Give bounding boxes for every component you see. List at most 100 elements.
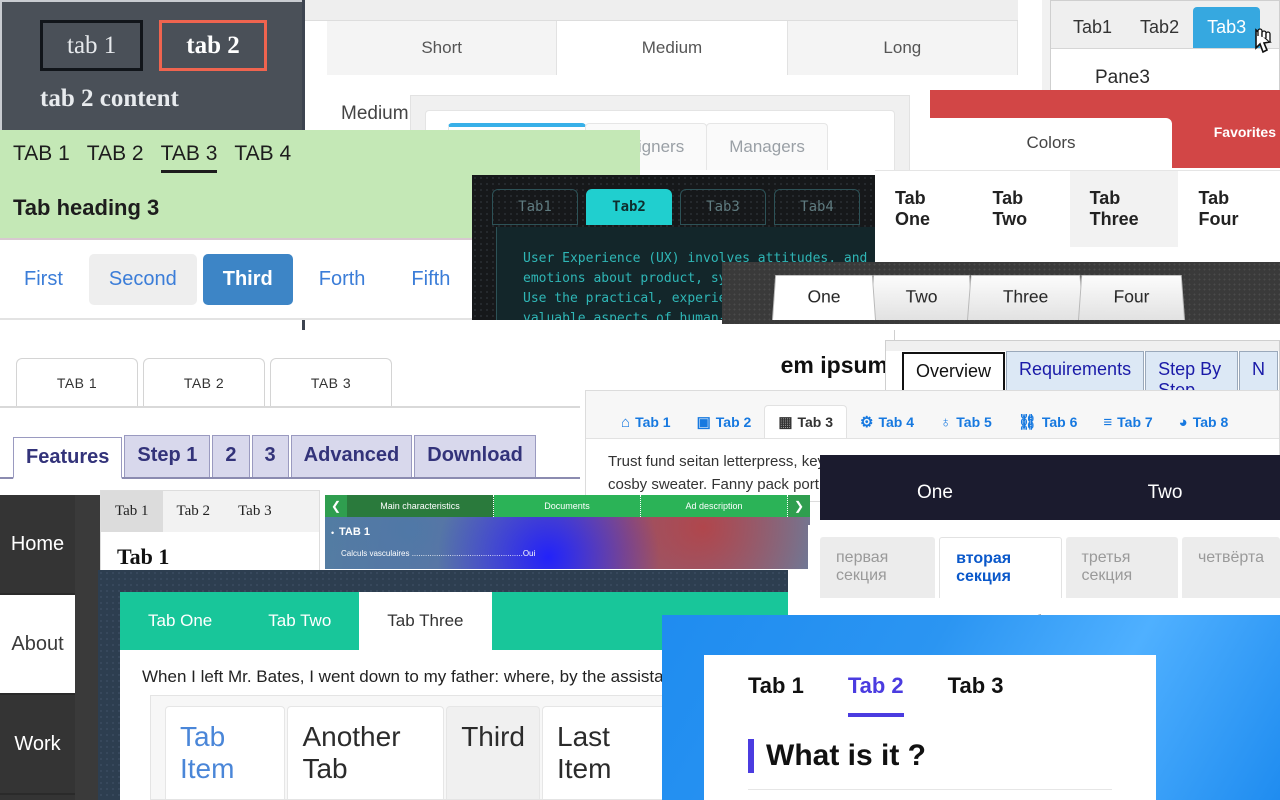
tablist: ❮ Main characteristics Documents Ad desc… (325, 495, 810, 517)
tab-fifth[interactable]: Fifth (391, 254, 470, 305)
tab-short[interactable]: Short (327, 21, 558, 75)
sidebar-item-home[interactable]: Home (0, 495, 75, 595)
tab-pervaya-sekciya[interactable]: первая секция (820, 537, 936, 598)
tab-tab-three[interactable]: Tab Three (1069, 171, 1179, 247)
tab-tab-1[interactable]: Tab 1 (748, 673, 804, 717)
tab-four[interactable]: Four (1078, 274, 1186, 320)
rounded-tabs-panel: TAB 1 TAB 2 TAB 3 (0, 348, 580, 408)
tab-tab-8[interactable]: ◕ Tab 8 (1166, 406, 1242, 438)
tab-tab-two[interactable]: Tab Two (972, 171, 1069, 247)
tab-features[interactable]: Features (13, 437, 123, 479)
tab-tab2[interactable]: Tab2 (1126, 7, 1193, 48)
tab-download[interactable]: Download (414, 435, 536, 477)
pie-chart-icon: ◕ (1178, 413, 1188, 431)
tab-tab-1[interactable]: ⌂ Tab 1 (608, 406, 684, 438)
tab-second[interactable]: Second (88, 254, 197, 305)
home-icon: ⌂ (621, 413, 631, 431)
tab-tab-3[interactable]: Tab 3 (224, 491, 286, 532)
tab-first[interactable]: First (4, 254, 83, 305)
tab-tab-2[interactable]: ▣ Tab 2 (684, 406, 765, 438)
ipsum-text: em ipsum (780, 352, 888, 378)
tab-one[interactable]: One (820, 455, 1050, 504)
tab-label: Tab 4 (878, 414, 915, 430)
tab-tab-1[interactable]: Tab 1 (101, 491, 163, 532)
features-tabs-panel: Features Step 1 2 3 Advanced Download (0, 425, 580, 487)
tab-panel-heading: What is it ? (704, 717, 1156, 773)
calendar-icon: ▦ (778, 413, 793, 431)
tab-medium[interactable]: Medium (557, 21, 788, 75)
tab-tab-3[interactable]: Tab 3 (948, 673, 1004, 717)
tab-tab-2[interactable]: tab 2 (159, 20, 267, 71)
tab-tab2[interactable]: Tab2 (586, 189, 672, 225)
tab-tab4[interactable]: Tab4 (774, 189, 860, 225)
bullet-icon: • (331, 528, 335, 538)
tab-step-3[interactable]: 3 (251, 435, 289, 477)
tab-third[interactable]: Third (202, 254, 293, 305)
tab-tab-2[interactable]: TAB 2 (87, 142, 144, 173)
globe-icon: ♁ (940, 413, 952, 431)
tab-tab-5[interactable]: ♁ Tab 5 (927, 406, 1005, 438)
tab-tab-2[interactable]: Tab 2 (847, 673, 904, 717)
tab-main-characteristics[interactable]: Main characteristics (347, 495, 494, 517)
tab-tab-3[interactable]: TAB 3 (270, 358, 392, 406)
tab-third[interactable]: Third (446, 706, 540, 799)
tablist: Short Medium Long (327, 21, 1018, 75)
tab-step-1[interactable]: Step 1 (124, 435, 211, 477)
pill-tabs-panel: First Second Third Forth Fifth Sixth (0, 240, 480, 320)
sidebar-item-about[interactable]: About (0, 595, 75, 695)
tab-panel-heading: Tab 1 (117, 544, 170, 569)
chevron-right-icon[interactable]: ❯ (788, 495, 810, 517)
tab-long[interactable]: Long (787, 21, 1018, 75)
tab-tab-one[interactable]: Tab One (875, 171, 972, 247)
tab-three[interactable]: Three (967, 274, 1085, 320)
tab-tab-6[interactable]: ⛓ Tab 6 (1005, 406, 1091, 438)
tab-advanced[interactable]: Advanced (290, 435, 413, 477)
tab-two[interactable]: Two (1050, 455, 1280, 504)
tab-ad-description[interactable]: Ad description (641, 495, 788, 517)
blue-gradient-tabs-panel: Tab 1 Tab 2 Tab 3 What is it ? (662, 615, 1280, 800)
tab-tab-1[interactable]: TAB 1 (16, 358, 138, 406)
tab-tab3[interactable]: Tab3 (680, 189, 766, 225)
tab-tab-1[interactable]: TAB 1 (13, 142, 70, 173)
tab-vtoraya-sekciya[interactable]: вторая секция (939, 537, 1062, 598)
image-icon: ▣ (696, 413, 711, 431)
tab-another-tab[interactable]: Another Tab (287, 706, 445, 799)
tab-tab-3[interactable]: TAB 3 (160, 142, 218, 173)
tab-tab-2[interactable]: TAB 2 (143, 358, 265, 406)
tab-tab-2[interactable]: Tab 2 (163, 491, 225, 532)
tab-tab3[interactable]: Tab3 (1193, 7, 1261, 48)
heading-text: What is it ? (766, 739, 926, 772)
tab-step-2[interactable]: 2 (212, 435, 250, 477)
tab-favorites[interactable]: Favorites (1214, 124, 1276, 140)
sidebar-item-work[interactable]: Work (0, 695, 75, 795)
tablist: Tab 1 Tab 2 Tab 3 (101, 491, 319, 532)
tab-tretya-sekciya[interactable]: третья секция (1065, 537, 1178, 598)
blue-card: Tab 1 Tab 2 Tab 3 What is it ? (704, 655, 1156, 800)
tab-tab-4[interactable]: TAB 4 (234, 142, 291, 173)
tab-tab-3[interactable]: ▦ Tab 3 (764, 405, 848, 438)
tab-managers[interactable]: Managers (706, 123, 828, 170)
tab-tab-7[interactable]: ≡ Tab 7 (1090, 406, 1165, 438)
tablist: Features Step 1 2 3 Advanced Download (0, 425, 580, 479)
tab-colors[interactable]: Colors (930, 118, 1172, 168)
tablist: ⌂ Tab 1 ▣ Tab 2 ▦ Tab 3 ⚙ Tab 4 ♁ Tab 5 … (586, 391, 1279, 439)
tab-tab1[interactable]: Tab1 (492, 189, 578, 225)
tab-tab-1[interactable]: tab 1 (40, 20, 144, 71)
chevron-left-icon[interactable]: ❮ (325, 495, 347, 517)
tab-tab-one[interactable]: Tab One (120, 592, 240, 650)
tab-one[interactable]: One (772, 274, 877, 320)
tab-forth[interactable]: Forth (299, 254, 386, 305)
tab-panel-pane3: Pane3 (1095, 67, 1150, 88)
tab-documents[interactable]: Documents (494, 495, 641, 517)
tab-tab-three[interactable]: Tab Three (359, 592, 492, 650)
tab-last-item[interactable]: Last Item (542, 706, 669, 799)
tab-tab-4[interactable]: ⚙ Tab 4 (847, 406, 927, 438)
big-tabs-panel: Tab Item Another Tab Third Last Item (150, 695, 670, 800)
tab-two[interactable]: Two (870, 274, 974, 320)
tab-tab1[interactable]: Tab1 (1059, 7, 1126, 48)
tab-chetvertaya-sekciya[interactable]: четвёрта (1181, 537, 1280, 598)
tab-tab-four[interactable]: Tab Four (1178, 171, 1280, 247)
red-tabs-panel: Favorites Colors (930, 90, 1280, 168)
tab-tab-two[interactable]: Tab Two (240, 592, 359, 650)
tab-tab-item[interactable]: Tab Item (165, 706, 286, 799)
